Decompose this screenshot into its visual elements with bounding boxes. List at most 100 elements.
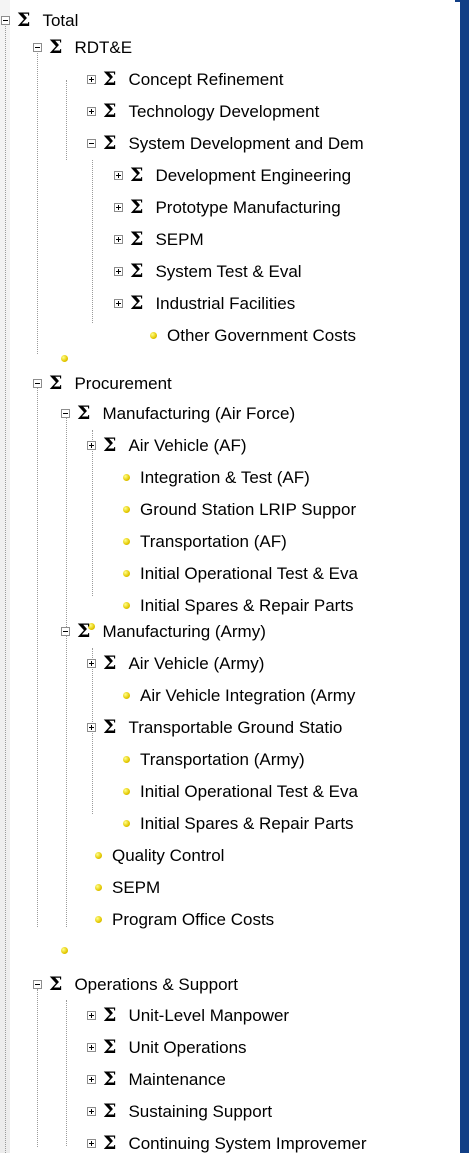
sigma-icon: Σ [77,619,91,642]
node-label: Prototype Manufacturing [155,197,341,217]
sigma-icon: Σ [49,35,63,58]
node-label: SEPM [155,229,204,249]
connector-line [66,631,67,927]
minus-box-icon[interactable] [33,42,42,52]
window-frame-right [460,0,469,1153]
plus-box-icon[interactable] [114,234,123,244]
plus-box-icon[interactable] [87,1042,96,1052]
node-label: Concept Refinement [128,69,284,89]
node-label: Transportation (Army) [140,749,305,769]
sigma-icon: Σ [130,195,144,218]
tree-node-total[interactable]: Σ Total [1,5,78,35]
tree-node-technology-development[interactable]: Σ Technology Development [87,96,319,126]
sigma-icon: Σ [130,291,144,314]
tree-node-integration-test-af[interactable]: Integration & Test (AF) [123,462,310,492]
connector-line [37,53,38,354]
tree-node-transportable-ground-station[interactable]: Σ Transportable Ground Statio [87,712,342,742]
tree-node-manufacturing-air-force[interactable]: Σ Manufacturing (Air Force) [61,398,295,428]
connector-line [5,26,6,1153]
tree-node-unit-operations[interactable]: Σ Unit Operations [87,1032,247,1062]
tree-node-sepm[interactable]: Σ SEPM [114,224,204,254]
sigma-icon: Σ [103,1099,117,1122]
tree-node-transportation-army[interactable]: Transportation (Army) [123,744,305,774]
leaf-dot-icon [123,691,130,699]
tree-node-quality-control[interactable]: Quality Control [95,840,224,870]
node-label: SEPM [112,877,161,897]
node-label: Maintenance [128,1069,226,1089]
tree-node-air-vehicle-army[interactable]: Σ Air Vehicle (Army) [87,648,264,678]
node-label: Initial Spares & Repair Parts [140,595,354,615]
sigma-icon: Σ [103,99,117,122]
tree-node-industrial-facilities[interactable]: Σ Industrial Facilities [114,288,295,318]
plus-box-icon[interactable] [87,1010,96,1020]
tree-node-initial-operational-test-af[interactable]: Initial Operational Test & Eva [123,558,358,588]
sigma-icon: Σ [49,972,63,995]
minus-box-icon[interactable] [33,378,42,388]
leaf-dot-icon [150,331,157,339]
minus-box-icon[interactable] [87,138,96,148]
node-label: Air Vehicle (Army) [128,653,265,673]
minus-box-icon[interactable] [33,979,42,989]
minus-box-icon[interactable] [1,15,10,25]
tree-node-air-vehicle-af[interactable]: Σ Air Vehicle (AF) [87,430,247,460]
minus-box-icon[interactable] [61,626,70,636]
plus-box-icon[interactable] [114,202,123,212]
tree-node-maintenance[interactable]: Σ Maintenance [87,1064,226,1094]
node-label: Procurement [74,373,172,393]
tree-node-initial-operational-test-army[interactable]: Initial Operational Test & Eva [123,776,358,806]
tree-node-unit-level-manpower[interactable]: Σ Unit-Level Manpower [87,1000,289,1030]
plus-box-icon[interactable] [87,1106,96,1116]
node-label: Air Vehicle Integration (Army [140,685,356,705]
plus-box-icon[interactable] [87,658,96,668]
sigma-icon: Σ [103,131,117,154]
plus-box-icon[interactable] [87,106,96,116]
tree-node-other-government-costs[interactable]: Other Government Costs [150,320,356,350]
tree-node-system-test-eval[interactable]: Σ System Test & Eval [114,256,302,286]
cost-breakdown-tree: Σ Total Σ RDT&E Σ Concept Refinement Σ T… [0,0,460,1153]
tree-node-prototype-manufacturing[interactable]: Σ Prototype Manufacturing [114,192,341,222]
node-label: Manufacturing (Army) [102,621,266,641]
plus-box-icon[interactable] [114,298,123,308]
tree-node-concept-refinement[interactable]: Σ Concept Refinement [87,64,283,94]
plus-box-icon[interactable] [87,1074,96,1084]
tree-node-program-office-costs[interactable]: Program Office Costs [95,904,274,934]
tree-node-manufacturing-army[interactable]: Σ Manufacturing (Army) [61,616,266,646]
leaf-dot-icon [123,569,130,577]
tree-node-initial-spares-army[interactable]: Initial Spares & Repair Parts [123,808,354,838]
sigma-icon: Σ [103,433,117,456]
tree-node-ground-station-lrip[interactable]: Ground Station LRIP Suppor [123,494,356,524]
tree-node-continuing-system-improvement[interactable]: Σ Continuing System Improvemer [87,1128,367,1153]
tree-node-operations-support[interactable]: Σ Operations & Support [33,969,238,999]
leaf-dot-icon [61,354,68,362]
tree-node-sustaining-support[interactable]: Σ Sustaining Support [87,1096,272,1126]
tree-node-system-development[interactable]: Σ System Development and Dem [87,128,364,158]
tree-node-procurement-sepm[interactable]: SEPM [95,872,160,902]
node-label: Development Engineering [155,165,352,185]
connector-line [37,989,38,1147]
plus-box-icon[interactable] [114,266,123,276]
leaf-dot-icon [123,755,130,763]
tree-node-rdte[interactable]: Σ RDT&E [33,32,132,62]
leaf-dot-icon [123,473,130,481]
plus-box-icon[interactable] [87,722,96,732]
minus-box-icon[interactable] [61,408,70,418]
sigma-icon: Σ [103,715,117,738]
node-label: Industrial Facilities [155,293,296,313]
plus-box-icon[interactable] [87,440,96,450]
plus-box-icon[interactable] [114,170,123,180]
tree-node-empty[interactable] [61,935,68,965]
plus-box-icon[interactable] [87,1138,96,1148]
node-label: Initial Operational Test & Eva [140,781,358,801]
sigma-icon: Σ [103,67,117,90]
tree-node-transportation-af[interactable]: Transportation (AF) [123,526,287,556]
node-label: Manufacturing (Air Force) [102,403,296,423]
node-label: Operations & Support [74,974,238,994]
node-label: Initial Spares & Repair Parts [140,813,354,833]
sigma-icon: Σ [103,1067,117,1090]
leaf-dot-icon [61,946,68,954]
connector-line [37,388,38,927]
tree-node-development-engineering[interactable]: Σ Development Engineering [114,160,351,190]
tree-node-procurement[interactable]: Σ Procurement [33,368,172,398]
tree-node-air-vehicle-integration-army[interactable]: Air Vehicle Integration (Army [123,680,355,710]
plus-box-icon[interactable] [87,74,96,84]
